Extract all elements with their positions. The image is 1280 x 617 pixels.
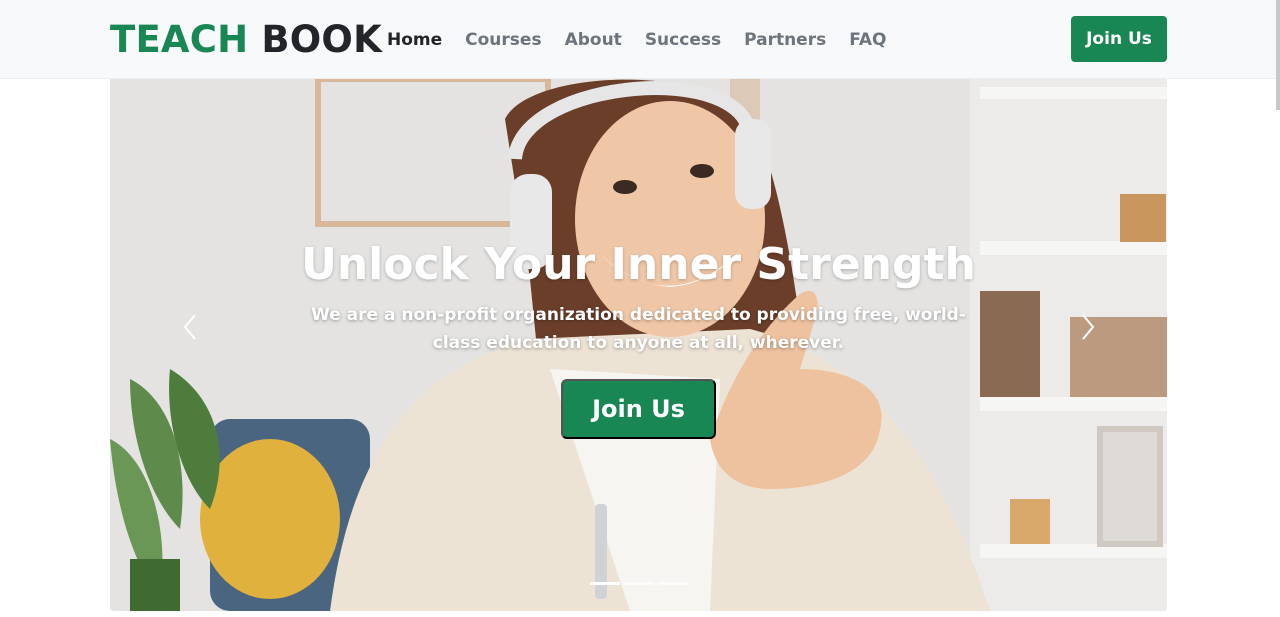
chevron-left-icon: [183, 314, 196, 340]
chevron-right-icon: [1082, 314, 1095, 340]
carousel-indicator-3[interactable]: [658, 582, 688, 585]
brand-logo[interactable]: TEACH BOOK: [110, 18, 382, 62]
join-us-nav-button[interactable]: Join Us: [1071, 16, 1167, 62]
page-scrollbar[interactable]: [1276, 0, 1280, 110]
hero-carousel: Unlock Your Inner Strength We are a non-…: [110, 79, 1167, 611]
nav-link-partners[interactable]: Partners: [744, 28, 826, 52]
nav-link-courses[interactable]: Courses: [465, 28, 541, 52]
carousel-prev-button[interactable]: [160, 299, 220, 355]
carousel-indicator-1[interactable]: [590, 582, 620, 585]
nav-link-home[interactable]: Home: [387, 28, 442, 52]
nav-links: Home Courses About Success Partners FAQ: [387, 28, 910, 52]
hero-subtitle: We are a non-profit organization dedicat…: [311, 305, 966, 353]
hero-caption: Unlock Your Inner Strength We are a non-…: [110, 239, 1167, 439]
carousel-indicator-2[interactable]: [624, 582, 654, 585]
brand-text-book: BOOK: [261, 18, 382, 61]
nav-link-success[interactable]: Success: [645, 28, 721, 52]
navbar: TEACH BOOK Home Courses About Success Pa…: [0, 0, 1280, 79]
nav-link-about[interactable]: About: [565, 28, 622, 52]
carousel-indicators: [590, 582, 688, 585]
hero-title: Unlock Your Inner Strength: [301, 239, 976, 290]
nav-link-faq[interactable]: FAQ: [849, 28, 886, 52]
join-us-hero-button[interactable]: Join Us: [561, 379, 716, 439]
carousel-next-button[interactable]: [1058, 299, 1118, 355]
brand-text-teach: TEACH: [110, 18, 249, 61]
